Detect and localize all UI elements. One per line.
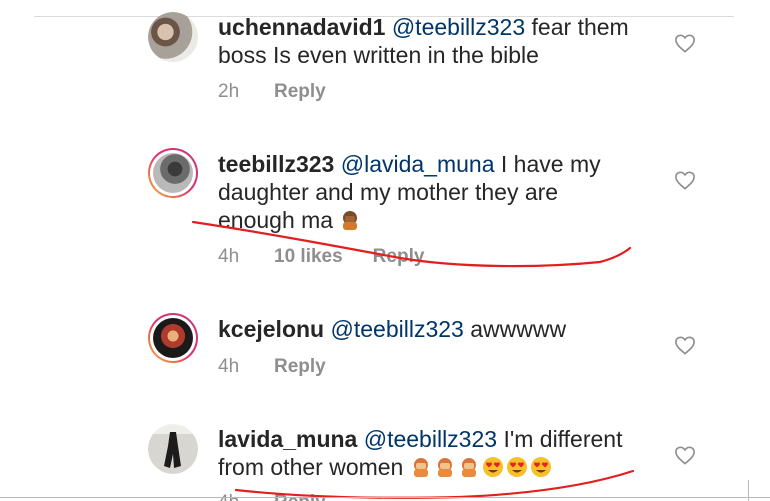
heart-outline-icon[interactable] — [674, 33, 696, 53]
bottom-divider — [0, 497, 770, 498]
comment-text: teebillz323 @lavida_muna I have my daugh… — [218, 150, 638, 234]
comment-body: I have my — [494, 151, 601, 177]
reply-button[interactable]: Reply — [274, 356, 326, 378]
comment-text: lavida_muna @teebillz323 I'm different f… — [218, 425, 638, 481]
smiling-face-heart-eyes-emoji — [482, 457, 503, 477]
comment-time: 4h — [218, 246, 240, 267]
comment-meta: 2h Reply — [218, 81, 326, 103]
avatar[interactable] — [148, 313, 198, 363]
comment-body: daughter and my mother they are — [218, 179, 559, 205]
comment-body: I'm different — [497, 426, 623, 452]
comment-body: enough ma — [218, 207, 334, 233]
smiling-face-heart-eyes-emoji — [530, 457, 551, 477]
comment-body: awwwww — [463, 316, 567, 342]
comment-body: boss Is even written in the bible — [218, 42, 539, 68]
comment-meta: 4h 10 likes Reply — [218, 246, 424, 268]
comment-username[interactable]: uchennadavid1 — [218, 14, 385, 40]
comment-username[interactable]: teebillz323 — [218, 151, 334, 177]
reply-button[interactable]: Reply — [373, 246, 425, 268]
heart-outline-icon[interactable] — [674, 335, 696, 355]
person-facepalming-emoji — [461, 458, 476, 477]
comment-time: 4h — [218, 356, 240, 377]
comment-time: 2h — [218, 81, 240, 102]
comment-meta: 4h Reply — [218, 356, 326, 378]
person-facepalming-emoji — [413, 458, 428, 477]
comment-mention[interactable]: @teebillz323 — [364, 426, 497, 452]
comment-body: from other women — [218, 454, 404, 480]
scrollbar-edge — [748, 480, 749, 501]
smiling-face-heart-eyes-emoji — [506, 457, 527, 477]
reply-button[interactable]: Reply — [274, 81, 326, 103]
heart-outline-icon[interactable] — [674, 445, 696, 465]
comment-body: fear them — [525, 14, 629, 40]
comment-text: uchennadavid1 @teebillz323 fear them bos… — [218, 13, 638, 69]
comment-text: kcejelonu @teebillz323 awwwww — [218, 315, 638, 343]
likes-count[interactable]: 10 likes — [274, 246, 343, 268]
comment-username[interactable]: kcejelonu — [218, 316, 324, 342]
heart-outline-icon[interactable] — [674, 170, 696, 190]
person-facepalming-emoji — [343, 211, 358, 230]
comment-mention[interactable]: @teebillz323 — [392, 14, 525, 40]
comment-username[interactable]: lavida_muna — [218, 426, 357, 452]
avatar[interactable] — [148, 148, 198, 198]
person-facepalming-emoji — [437, 458, 452, 477]
avatar[interactable] — [148, 12, 198, 62]
comment-mention[interactable]: @lavida_muna — [341, 151, 495, 177]
avatar[interactable] — [148, 424, 198, 474]
comment-mention[interactable]: @teebillz323 — [331, 316, 464, 342]
